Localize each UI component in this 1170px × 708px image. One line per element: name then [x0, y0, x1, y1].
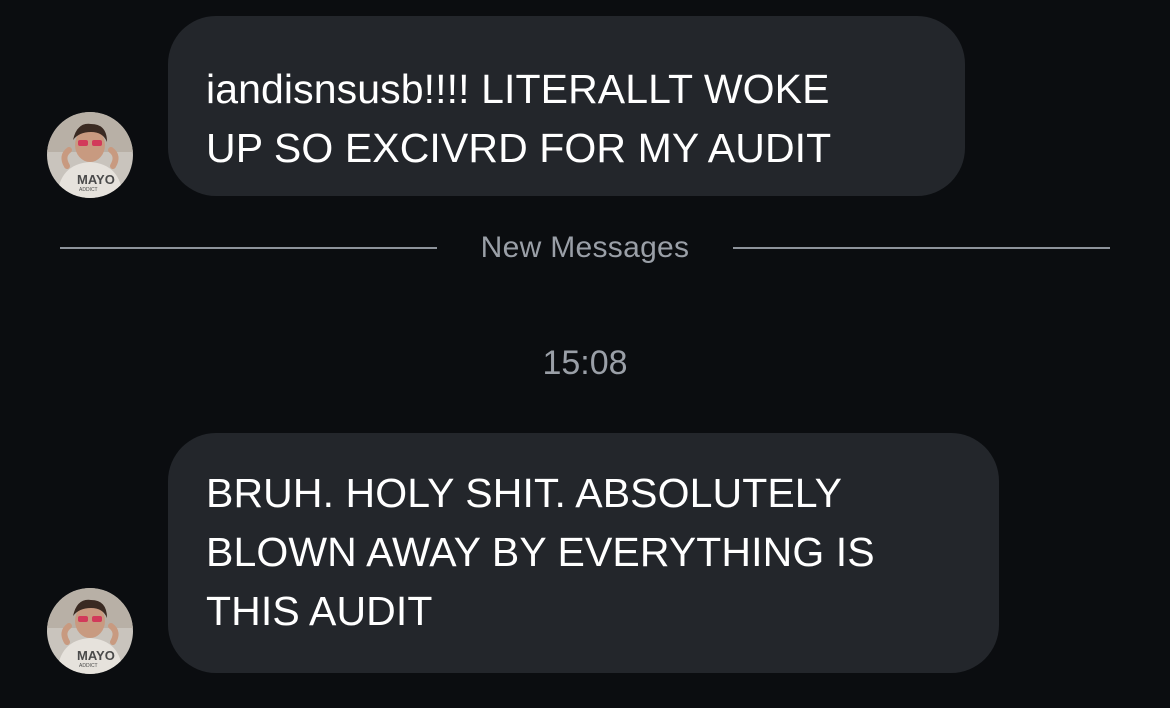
message-bubble[interactable]: BRUH. HOLY SHIT. ABSOLUTELY BLOWN AWAY B… [168, 433, 999, 673]
message-text-line: BLOWN AWAY BY EVERYTHING IS [206, 529, 875, 575]
profile-photo-icon: MAYO ADDICT [47, 588, 133, 674]
message-text-line: THIS AUDIT [206, 588, 433, 634]
message-bubble[interactable]: iandisnsusb!!!! LITERALLT WOKE UP SO EXC… [168, 16, 965, 196]
shirt-text: MAYO [77, 648, 115, 663]
message-text-line: BRUH. HOLY SHIT. ABSOLUTELY [206, 470, 843, 516]
divider-line-right [733, 247, 1110, 249]
message-timestamp: 15:08 [542, 344, 628, 382]
sender-avatar[interactable]: MAYO ADDICT [47, 588, 133, 674]
new-messages-label: New Messages [480, 231, 690, 264]
divider-line-left [60, 247, 437, 249]
profile-photo-icon: MAYO ADDICT [47, 112, 133, 198]
shirt-subtext: ADDICT [79, 187, 98, 193]
shirt-subtext: ADDICT [79, 663, 98, 669]
message-text-line: UP SO EXCIVRD FOR MY AUDIT [206, 125, 832, 171]
new-messages-divider: New Messages [60, 226, 1110, 270]
sender-avatar[interactable]: MAYO ADDICT [47, 112, 133, 198]
message-text-line: iandisnsusb!!!! LITERALLT WOKE [206, 66, 830, 112]
shirt-text: MAYO [77, 172, 115, 187]
